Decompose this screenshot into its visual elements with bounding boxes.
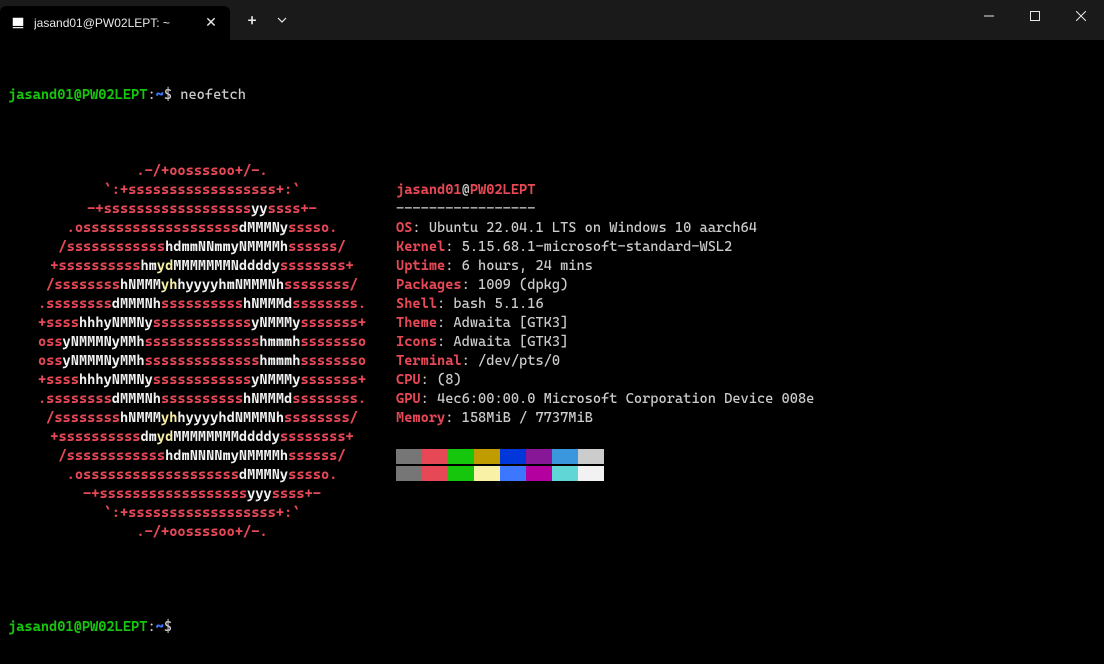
shell-key: Shell [396,296,437,312]
prompt-path: ~ [156,87,164,103]
prompt-dollar: $ [164,87,172,103]
kernel-key: Kernel [396,239,445,255]
color-swatches-row-2 [396,466,1096,481]
color-swatch [552,466,578,481]
color-swatch [448,466,474,481]
gpu-key: GPU [396,391,421,407]
icons-key: Icons [396,334,437,350]
color-swatch [578,449,604,464]
memory-key: Memory [396,410,445,426]
color-swatch [422,466,448,481]
color-swatch [396,449,422,464]
info-user: jasand01 [396,182,462,198]
terminal-body[interactable]: jasand01@PW02LEPT:~$ neofetch .-/+oossss… [0,40,1104,664]
color-swatch [474,466,500,481]
color-swatch [422,449,448,464]
titlebar: jasand01@PW02LEPT: ~ ✕ + [0,0,1104,40]
color-swatch [500,449,526,464]
color-swatch [526,449,552,464]
gpu-value: : 4ec6:00:00.0 Microsoft Corporation Dev… [421,391,815,407]
cpu-key: CPU [396,372,421,388]
color-swatch [474,449,500,464]
prompt-user: jasand01@PW02LEPT [8,87,147,103]
shell-value: : bash 5.1.16 [437,296,544,312]
tab-dropdown-button[interactable] [268,4,296,36]
color-swatch [526,466,552,481]
prompt-colon: : [147,87,155,103]
new-tab-button[interactable]: + [236,4,268,36]
color-swatch [396,466,422,481]
prompt-dollar: $ [164,619,172,635]
kernel-value: : 5.15.68.1-microsoft-standard-WSL2 [445,239,732,255]
cpu-value: : (8) [421,372,462,388]
maximize-button[interactable] [1012,0,1058,32]
color-swatches-row-1 [396,449,1096,464]
color-swatch [448,449,474,464]
window-controls [966,0,1104,32]
prompt-line: jasand01@PW02LEPT:~$ neofetch [8,86,1096,105]
terminal-tab[interactable]: jasand01@PW02LEPT: ~ ✕ [0,6,230,40]
close-tab-button[interactable]: ✕ [202,14,220,32]
system-info: jasand01@PW02LEPT ----------------- OS: … [396,162,1096,542]
color-swatch [578,466,604,481]
neofetch-output: .-/+oossssoo+/-.`:+ssssssssssssssssss+:`… [8,162,1096,542]
info-host: PW02LEPT [470,182,536,198]
theme-key: Theme [396,315,437,331]
os-key: OS [396,220,412,236]
tux-icon [10,15,26,31]
terminal-value: : /dev/pts/0 [462,353,560,369]
prompt-path: ~ [156,619,164,635]
memory-value: : 158MiB / 7737MiB [445,410,593,426]
theme-value: : Adwaita [GTK3] [437,315,568,331]
os-value: : Ubuntu 22.04.1 LTS on Windows 10 aarch… [412,220,757,236]
info-separator: ----------------- [396,201,535,217]
packages-value: : 1009 (dpkg) [462,277,569,293]
icons-value: : Adwaita [GTK3] [437,334,568,350]
close-window-button[interactable] [1058,0,1104,32]
command-text: neofetch [180,87,246,103]
ascii-logo: .-/+oossssoo+/-.`:+ssssssssssssssssss+:`… [8,162,396,542]
minimize-button[interactable] [966,0,1012,32]
prompt-colon: : [147,619,155,635]
prompt-line-2: jasand01@PW02LEPT:~$ [8,618,1096,637]
uptime-value: : 6 hours, 24 mins [445,258,593,274]
terminal-key: Terminal [396,353,462,369]
color-swatch [500,466,526,481]
packages-key: Packages [396,277,462,293]
color-swatch [552,449,578,464]
prompt-user: jasand01@PW02LEPT [8,619,147,635]
tab-title: jasand01@PW02LEPT: ~ [34,16,194,30]
uptime-key: Uptime [396,258,445,274]
info-at: @ [462,182,470,198]
